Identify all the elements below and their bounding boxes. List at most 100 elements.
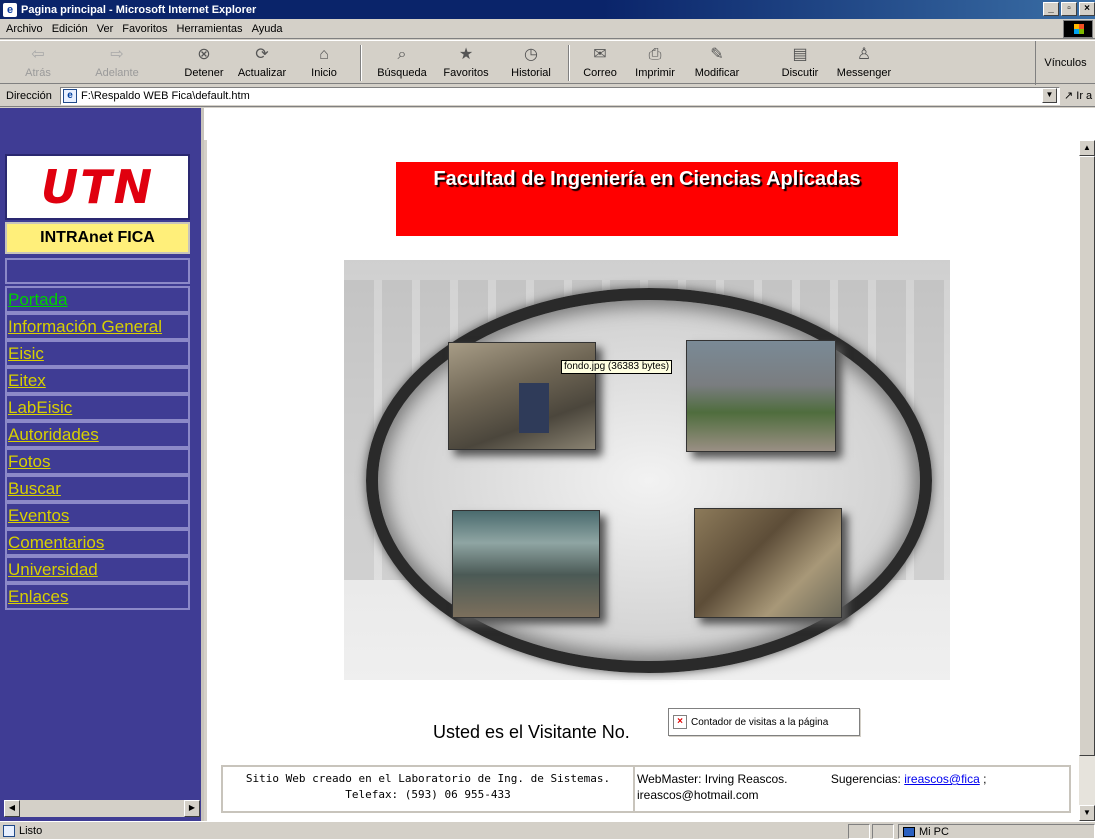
footer-credits: Sitio Web creado en el Laboratorio de In… [223, 767, 635, 811]
mail-icon: ✉ [593, 46, 607, 63]
nav-link-buscar[interactable]: Buscar [5, 475, 190, 502]
address-value: F:\Respaldo WEB Fica\default.htm [81, 90, 250, 102]
sidebar-nav: Portada Información General Eisic Eitex … [5, 286, 190, 610]
history-button[interactable]: ◷ Historial [504, 43, 558, 83]
menu-archivo[interactable]: Archivo [6, 23, 43, 35]
home-icon: ⌂ [319, 46, 329, 63]
title-bar: e Pagina principal - Microsoft Internet … [0, 0, 1095, 19]
print-button[interactable]: ⎙ Imprimir [632, 43, 678, 83]
left-navigation-frame: UTN INTRAnet FICA Portada Información Ge… [0, 140, 204, 821]
security-zone: Mi PC [898, 824, 1095, 839]
photo-library [694, 508, 842, 618]
minimize-button[interactable]: _ [1043, 2, 1059, 16]
status-cell [848, 824, 870, 839]
suggestions-email-link[interactable]: ireascos@fica [904, 772, 980, 786]
visitor-counter-row: Usted es el Visitante No. × Contador de … [207, 708, 1079, 748]
nav-link-labeisic[interactable]: LabEisic [5, 394, 190, 421]
status-cell [872, 824, 894, 839]
maximize-button[interactable]: ▫ [1061, 2, 1077, 16]
messenger-person-icon: ♙ [856, 46, 872, 63]
nav-link-portada[interactable]: Portada [5, 286, 190, 313]
standard-toolbar: ⇦ Atrás ⇨ Adelante ⊗ Detener ⟳ Actualiza… [0, 40, 1095, 85]
empty-cell [5, 258, 190, 284]
left-frame-horizontal-scrollbar[interactable]: ◀ ▶ [4, 800, 200, 817]
search-button[interactable]: ⌕ Búsqueda [374, 43, 430, 83]
address-label: Dirección [6, 89, 52, 102]
photo-computer-lab [448, 342, 596, 450]
page-status-icon [3, 824, 15, 837]
nav-link-informacion-general[interactable]: Información General [5, 313, 190, 340]
toolbar-separator [568, 45, 570, 81]
search-icon: ⌕ [397, 46, 407, 63]
refresh-button[interactable]: ⟳ Actualizar [230, 43, 294, 83]
back-button[interactable]: ⇦ Atrás [14, 43, 62, 83]
ie-app-icon[interactable]: e [3, 2, 17, 17]
footer-contact: WebMaster: Irving Reascos. Sugerencias: … [637, 772, 987, 802]
left-frame-top [0, 108, 204, 140]
messenger-button[interactable]: ♙ Messenger [832, 43, 896, 83]
nav-link-autoridades[interactable]: Autoridades [5, 421, 190, 448]
scroll-left-arrow-icon[interactable]: ◀ [4, 800, 20, 817]
menu-herramientas[interactable]: Herramientas [177, 23, 243, 35]
window-title: Pagina principal - Microsoft Internet Ex… [21, 3, 257, 16]
scroll-up-arrow-icon[interactable]: ▲ [1079, 140, 1095, 156]
campus-photo-collage: fondo.jpg (36383 bytes) [344, 260, 950, 680]
broken-image-icon: × [673, 715, 687, 729]
go-arrow-icon: ↗ [1064, 90, 1074, 102]
nav-link-fotos[interactable]: Fotos [5, 448, 190, 475]
mail-button[interactable]: ✉ Correo [578, 43, 622, 83]
edit-icon: ✎ [710, 46, 724, 63]
nav-link-eisic[interactable]: Eisic [5, 340, 190, 367]
forward-arrow-icon: ⇨ [110, 46, 124, 63]
stop-icon: ⊗ [197, 46, 211, 63]
intranet-title: INTRAnet FICA [5, 222, 190, 254]
my-computer-icon [903, 826, 915, 837]
close-button[interactable]: × [1079, 2, 1095, 16]
nav-link-enlaces[interactable]: Enlaces [5, 583, 190, 610]
discuss-button[interactable]: ▤ Discutir [778, 43, 822, 83]
address-dropdown-button[interactable]: ▼ [1042, 88, 1057, 103]
menu-ver[interactable]: Ver [97, 23, 114, 35]
image-tooltip: fondo.jpg (36383 bytes) [561, 360, 673, 374]
page-icon: e [63, 89, 77, 103]
go-button[interactable]: ↗ Ir a [1064, 89, 1092, 102]
status-text: Listo [19, 824, 43, 837]
nav-link-universidad[interactable]: Universidad [5, 556, 190, 583]
photo-campus-walkway [686, 340, 836, 452]
edit-button[interactable]: ✎ Modificar [688, 43, 746, 83]
content-top-strip [0, 108, 1095, 140]
window-controls: _ ▫ × [1043, 2, 1095, 16]
status-bar: Listo Mi PC [0, 821, 1095, 839]
history-icon: ◷ [524, 46, 538, 63]
windows-logo-icon [1063, 20, 1093, 38]
discuss-icon: ▤ [792, 46, 808, 63]
main-content-frame: Facultad de Ingeniería en Ciencias Aplic… [207, 140, 1079, 821]
forward-button[interactable]: ⇨ Adelante [86, 43, 148, 83]
visitor-text: Usted es el Visitante No. [433, 722, 630, 742]
nav-link-eitex[interactable]: Eitex [5, 367, 190, 394]
menu-edicion[interactable]: Edición [52, 23, 88, 35]
scroll-down-arrow-icon[interactable]: ▼ [1079, 805, 1095, 821]
menu-ayuda[interactable]: Ayuda [252, 23, 283, 35]
toolbar-separator [360, 45, 362, 81]
visitor-counter-image: × Contador de visitas a la página [668, 708, 860, 736]
refresh-icon: ⟳ [255, 46, 269, 63]
stop-button[interactable]: ⊗ Detener [180, 43, 228, 83]
utn-logo: UTN [5, 154, 190, 220]
nav-link-eventos[interactable]: Eventos [5, 502, 190, 529]
faculty-banner: Facultad de Ingeniería en Ciencias Aplic… [396, 162, 898, 236]
address-bar: Dirección e F:\Respaldo WEB Fica\default… [0, 85, 1095, 107]
menu-bar: Archivo Edición Ver Favoritos Herramient… [0, 19, 1095, 39]
home-button[interactable]: ⌂ Inicio [304, 43, 344, 83]
scroll-right-arrow-icon[interactable]: ▶ [184, 800, 200, 817]
main-vertical-scrollbar[interactable]: ▲ ▼ [1079, 140, 1095, 821]
favorites-button[interactable]: ★ Favoritos [438, 43, 494, 83]
address-input[interactable]: e F:\Respaldo WEB Fica\default.htm [60, 87, 1060, 105]
scrollbar-thumb[interactable] [1079, 156, 1095, 756]
printer-icon: ⎙ [648, 46, 662, 63]
favorites-star-icon: ★ [458, 46, 474, 63]
menu-favoritos[interactable]: Favoritos [122, 23, 167, 35]
links-toolbar[interactable]: Vínculos [1035, 41, 1095, 85]
back-arrow-icon: ⇦ [31, 46, 45, 63]
nav-link-comentarios[interactable]: Comentarios [5, 529, 190, 556]
